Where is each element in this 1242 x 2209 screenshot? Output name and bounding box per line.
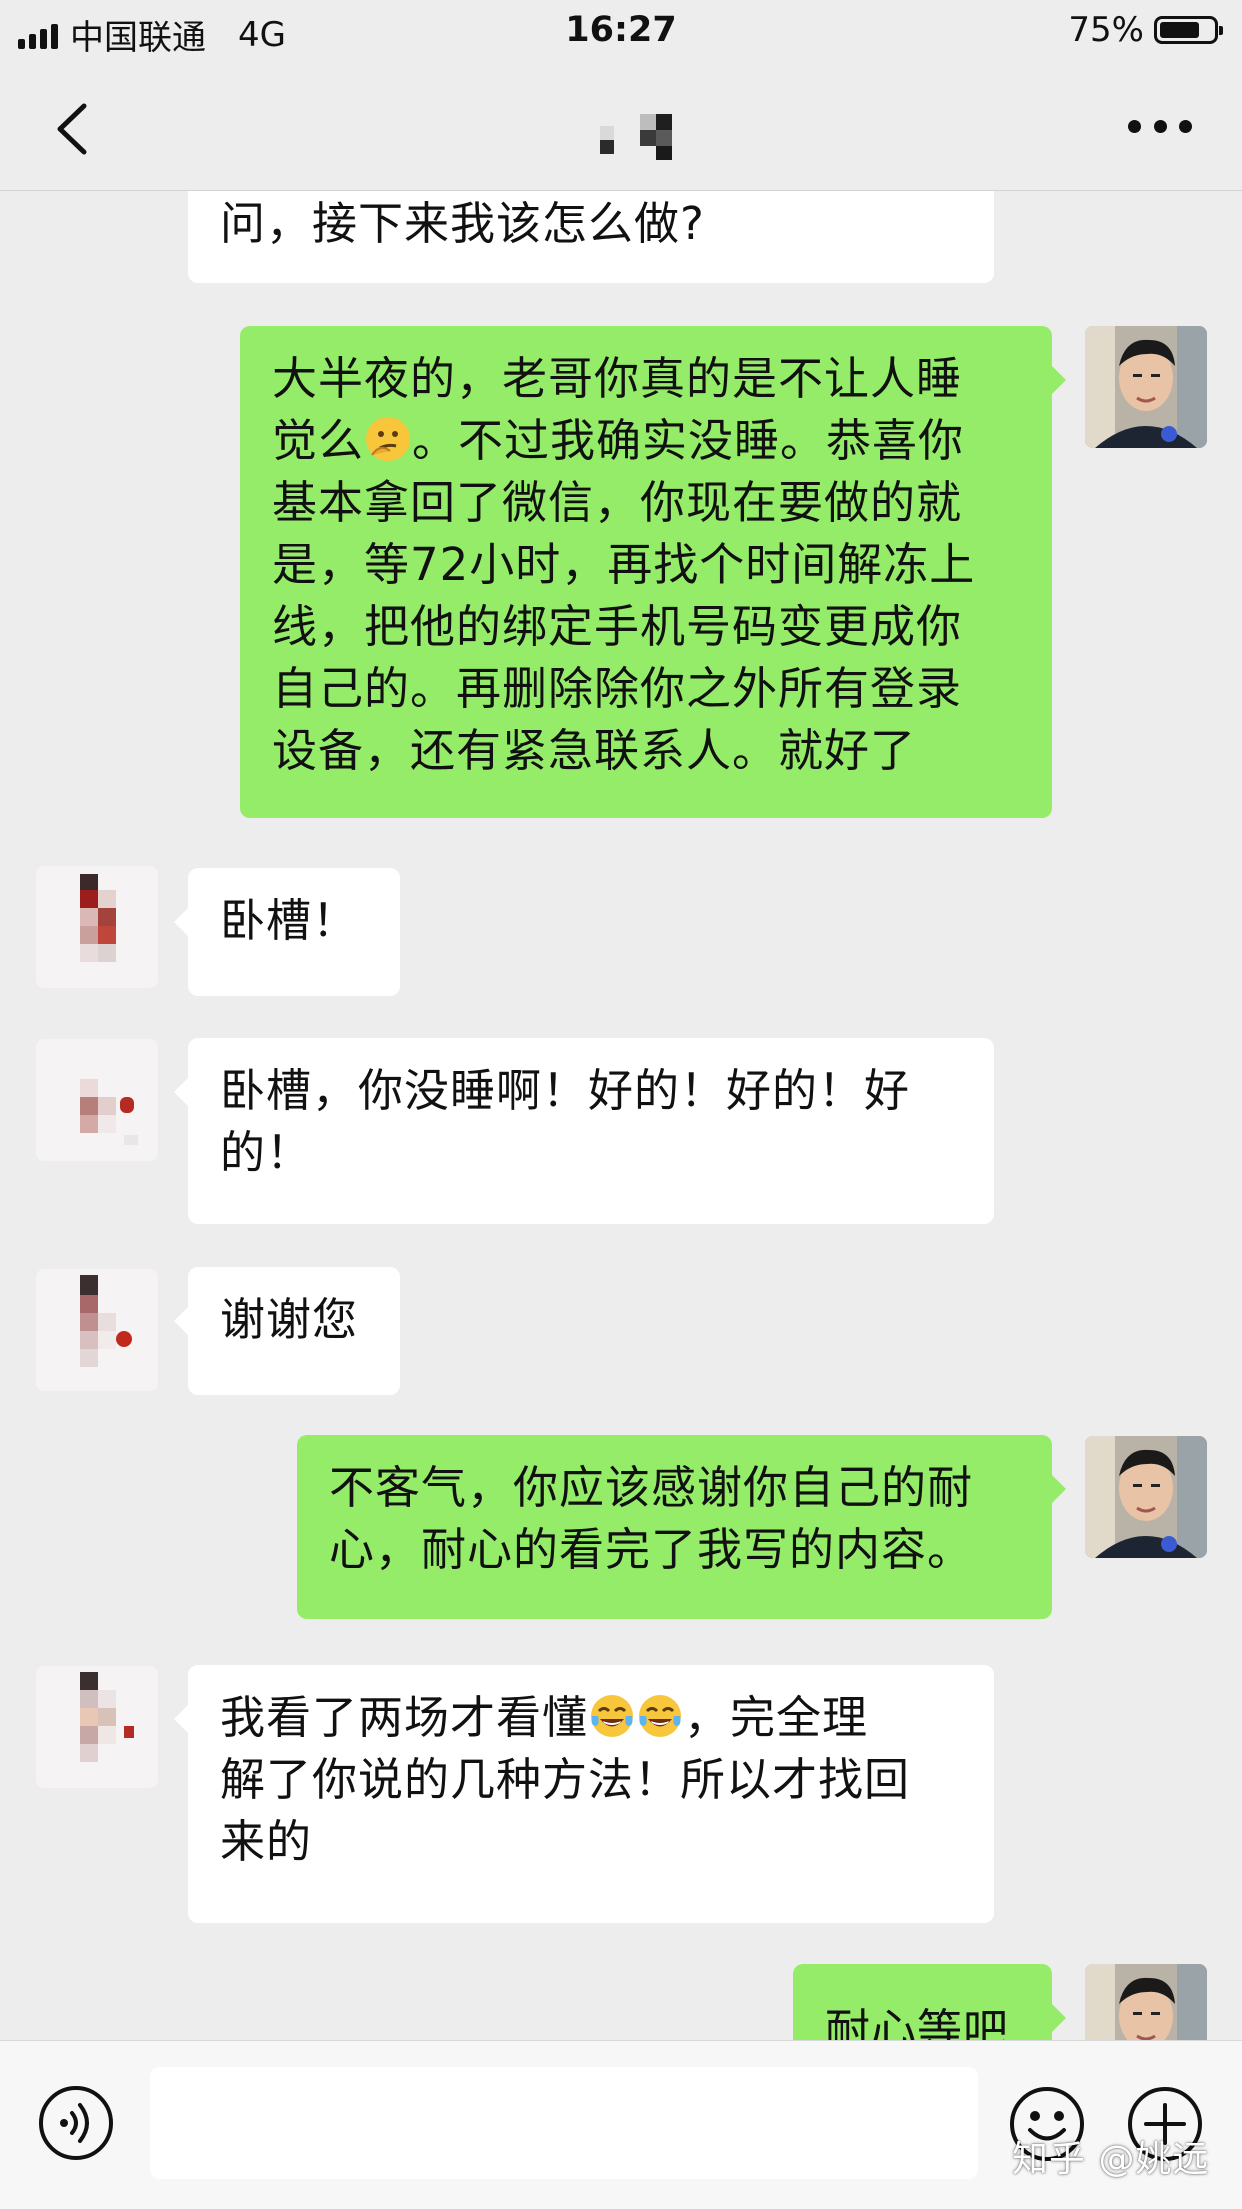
message-line: 心，耐心的看完了我写的内容。 (329, 1523, 974, 1576)
avatar-self[interactable] (1085, 1436, 1207, 1558)
self-portrait-icon (1085, 1436, 1207, 1558)
message-line: 不客气，你应该感谢你自己的耐 (329, 1461, 974, 1514)
message-line: 的！ (220, 1126, 313, 1179)
message-line: 大半夜的，老哥你真的是不让人睡 (272, 352, 963, 405)
self-portrait-icon (1085, 326, 1207, 448)
message-line: 谢谢您 (220, 1293, 359, 1346)
message-line: 耐心等吧 (825, 2004, 1010, 2040)
message-bubble-contact[interactable]: 问，接下来我该怎么做? (188, 191, 994, 283)
message-line: 自己的。再删除除你之外所有登录 (272, 662, 963, 715)
message-bubble-self[interactable]: 耐心等吧 (793, 1964, 1066, 2040)
watermark: 知乎 @姚远 (1012, 2139, 1210, 2180)
obscured-chat-title (596, 114, 684, 160)
input-bar (0, 2040, 1242, 2209)
message-line: 来的 (220, 1815, 313, 1868)
tears-of-joy-icon (639, 1695, 682, 1737)
more-dots-icon[interactable] (1128, 120, 1192, 136)
avatar-self[interactable] (1085, 1964, 1207, 2040)
message-bubble-self[interactable]: 大半夜的，老哥你真的是不让人睡 觉么 。不过我确实没睡。恭喜你 基本拿回了微信，你… (240, 326, 1066, 818)
avatar-contact-blurred[interactable] (36, 1039, 158, 1161)
avatar-contact-blurred[interactable] (36, 1269, 158, 1391)
message-line: 觉么 。不过我确实没睡。恭喜你 (272, 414, 965, 467)
message-bubble-contact[interactable]: 卧槽！ (174, 868, 400, 996)
message-bubble-contact[interactable]: 谢谢您 (174, 1267, 400, 1395)
message-line: 卧槽！ (220, 894, 359, 947)
chat-messages: 问，接下来我该怎么做? 大半夜的，老哥你真的是不让人睡 觉么 。不过我确实没睡。恭… (0, 191, 1242, 2040)
tears-of-joy-icon (591, 1695, 634, 1737)
thinking-face-icon (366, 417, 411, 461)
message-line: 基本拿回了微信，你现在要做的就 (272, 476, 963, 529)
status-time: 16:27 (565, 10, 677, 50)
message-line: 线，把他的绑定手机号码变更成你 (272, 600, 963, 653)
status-right: 75% (1068, 10, 1223, 50)
battery-percent: 75% (1068, 10, 1144, 50)
message-line: 是，等72小时，再找个时间解冻上 (272, 538, 976, 591)
message-line: 我看了两场才看懂 ，完全理 (220, 1691, 869, 1744)
message-bubble-self[interactable]: 不客气，你应该感谢你自己的耐 心，耐心的看完了我写的内容。 (297, 1435, 1066, 1619)
avatar-contact-blurred[interactable] (36, 1666, 158, 1788)
nav-bar (0, 62, 1242, 191)
battery-icon (1154, 16, 1223, 44)
voice-icon[interactable] (38, 2085, 114, 2161)
self-portrait-icon (1085, 1964, 1207, 2040)
chevron-left-icon[interactable] (52, 102, 96, 156)
avatar-self[interactable] (1085, 326, 1207, 448)
message-input[interactable] (150, 2067, 978, 2179)
avatar-contact-blurred[interactable] (36, 866, 158, 988)
message-line: 设备，还有紧急联系人。就好了 (272, 724, 917, 777)
message-bubble-contact[interactable]: 我看了两场才看懂 ，完全理 解了你说的几种方法！所以才找回 来的 (174, 1665, 994, 1923)
status-bar: 中国联通 4G 16:27 75% (0, 0, 1242, 62)
message-line: 问，接下来我该怎么做? (220, 197, 705, 250)
message-line: 卧槽，你没睡啊！好的！好的！好 (220, 1064, 911, 1117)
message-bubble-contact[interactable]: 卧槽，你没睡啊！好的！好的！好 的！ (174, 1038, 994, 1224)
battery-fill (1160, 22, 1199, 38)
message-line: 解了你说的几种方法！所以才找回 (220, 1753, 911, 1806)
